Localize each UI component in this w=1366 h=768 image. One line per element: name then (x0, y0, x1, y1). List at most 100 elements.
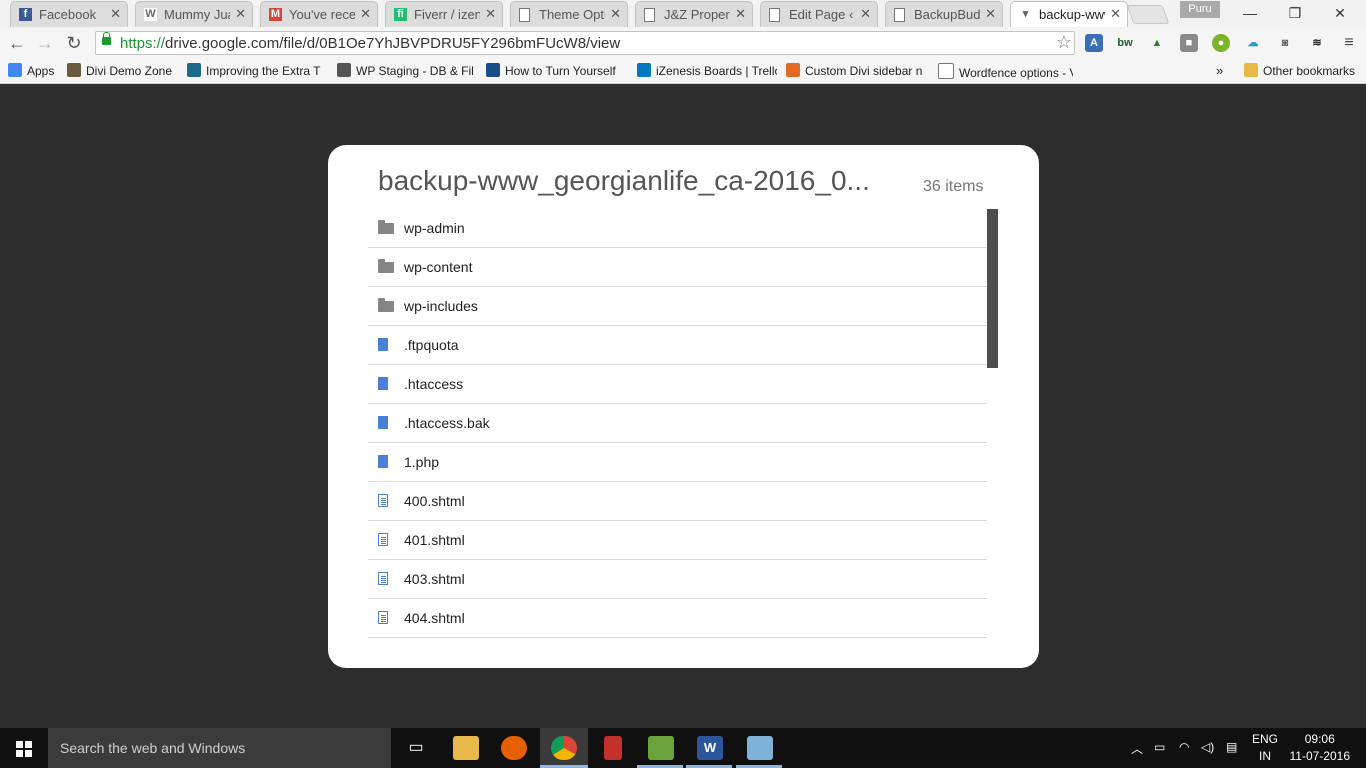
tab-close-icon[interactable]: ✕ (860, 6, 871, 22)
tab-title: Fiverr / izene (414, 7, 480, 22)
folder-icon (1244, 63, 1258, 77)
close-window-button[interactable]: ✕ (1320, 2, 1360, 24)
trello-icon (637, 63, 651, 77)
file-row[interactable]: 1.php (368, 443, 987, 482)
browser-tab[interactable]: Theme Optic ✕ (510, 1, 628, 27)
start-button[interactable] (0, 728, 48, 768)
bookmark-label: Improving the Extra T (206, 64, 321, 78)
profile-button[interactable]: Puru (1180, 1, 1220, 18)
folder-row[interactable]: wp-admin (368, 209, 987, 248)
bookmarks-overflow-button[interactable]: » (1216, 63, 1223, 78)
file-name: 1.php (404, 454, 440, 470)
file-row[interactable]: 404.shtml (368, 599, 987, 638)
apps-grid-icon (8, 63, 22, 77)
firefox-icon[interactable] (501, 736, 527, 760)
windows-logo-icon (16, 741, 32, 757)
tab-close-icon[interactable]: ✕ (110, 6, 121, 22)
extension-cloud-icon[interactable]: ☁ (1244, 34, 1262, 52)
file-list-scrollbar[interactable] (987, 209, 998, 368)
bookmark-item[interactable]: WP Staging - DB & Fil (337, 63, 477, 78)
chrome-menu-icon[interactable]: ≡ (1340, 34, 1358, 52)
taskbar-clock[interactable]: 09:06 11-07-2016 (1290, 731, 1351, 765)
bookmark-item[interactable]: Improving the Extra T (187, 63, 327, 78)
chrome-icon[interactable] (551, 736, 577, 760)
bookmark-item[interactable]: Custom Divi sidebar n (786, 63, 926, 78)
other-bookmarks[interactable]: Other bookmarks (1244, 63, 1355, 78)
file-icon (378, 416, 388, 429)
folder-title: backup-www_georgianlife_ca-2016_0... (378, 165, 870, 196)
show-hidden-icons[interactable]: ︿ (1131, 740, 1143, 757)
notepad-plus-icon[interactable] (648, 736, 674, 760)
divi-space-icon (786, 63, 800, 77)
battery-icon[interactable]: ▭ (1154, 740, 1165, 754)
address-bar[interactable]: https://drive.google.com/file/d/0B1Oe7Yh… (95, 31, 1075, 55)
document-icon (378, 572, 388, 585)
browser-tab[interactable]: f Facebook ✕ (10, 1, 128, 27)
tab-close-icon[interactable]: ✕ (235, 6, 246, 22)
browser-tab[interactable]: J&Z Property ✕ (635, 1, 753, 27)
bookmark-item[interactable]: iZenesis Boards | Trello (637, 63, 777, 78)
bookmark-item[interactable]: Apps (8, 63, 60, 78)
bookmark-label: Wordfence options - V (959, 66, 1073, 80)
bookmark-item[interactable]: How to Turn Yourself (486, 63, 626, 78)
minimize-button[interactable]: — (1230, 2, 1270, 24)
bookmarks-bar: Apps Divi Demo Zone Improving the Extra T W… (0, 58, 1366, 84)
new-tab-button[interactable] (1126, 5, 1170, 24)
tab-close-icon[interactable]: ✕ (360, 6, 371, 22)
extension-square-icon[interactable]: ■ (1180, 34, 1198, 52)
folder-row[interactable]: wp-content (368, 248, 987, 287)
folder-preview-card: backup-www_georgianlife_ca-2016_0... 36 … (328, 145, 1039, 668)
browser-tab[interactable]: W Mummy Juan ✕ (135, 1, 253, 27)
folder-row[interactable]: wp-includes (368, 287, 987, 326)
browser-tab[interactable]: fi Fiverr / izene ✕ (385, 1, 503, 27)
extension-translate-icon[interactable]: A (1085, 34, 1103, 52)
file-row[interactable]: 400.shtml (368, 482, 987, 521)
file-row[interactable]: .htaccess.bak (368, 404, 987, 443)
notes-app-icon[interactable] (747, 736, 773, 760)
action-center-icon[interactable]: ▤ (1226, 740, 1237, 754)
tab-close-icon[interactable]: ✕ (1110, 6, 1121, 22)
restore-button[interactable]: ❐ (1275, 2, 1315, 24)
file-list: wp-admin wp-content wp-includes .ftpquota .h… (368, 209, 987, 638)
wifi-icon[interactable]: ◠ (1179, 740, 1189, 754)
file-row[interactable]: 403.shtml (368, 560, 987, 599)
bookmark-star-icon[interactable]: ☆ (1056, 32, 1072, 53)
lang-bottom: IN (1259, 749, 1271, 763)
page-icon (769, 8, 780, 22)
bookmark-item[interactable]: Wordfence options - V (938, 63, 1073, 80)
file-explorer-icon[interactable] (453, 736, 479, 760)
browser-tab[interactable]: M You've receiv ✕ (260, 1, 378, 27)
taskbar-search-box[interactable]: Search the web and Windows (48, 728, 391, 768)
tab-close-icon[interactable]: ✕ (485, 6, 496, 22)
tab-close-icon[interactable]: ✕ (985, 6, 996, 22)
forward-button[interactable]: → (34, 32, 56, 54)
taskbar-search-placeholder: Search the web and Windows (60, 740, 246, 756)
extension-layers-icon[interactable]: ≋ (1308, 34, 1326, 52)
extension-camera-icon[interactable]: ◙ (1276, 34, 1294, 52)
task-view-icon[interactable]: ▭ (403, 736, 429, 760)
tab-close-icon[interactable]: ✕ (610, 6, 621, 22)
h-icon (486, 63, 500, 77)
extension-chart-icon[interactable]: ▲ (1148, 34, 1166, 52)
item-count: 36 items (923, 178, 984, 195)
word-icon[interactable]: W (697, 736, 723, 760)
reload-button[interactable]: ↻ (63, 32, 85, 54)
tab-title: Facebook (39, 7, 97, 22)
extension-green-icon[interactable]: ● (1212, 34, 1230, 52)
volume-icon[interactable]: ◁) (1201, 740, 1214, 754)
soda-can-app-icon[interactable] (604, 736, 622, 760)
bookmark-item[interactable]: Divi Demo Zone (67, 63, 177, 78)
back-button[interactable]: ← (6, 32, 28, 54)
browser-tab[interactable]: BackupBudd ✕ (885, 1, 1003, 27)
file-name: wp-includes (404, 298, 478, 314)
file-row[interactable]: 401.shtml (368, 521, 987, 560)
browser-tab[interactable]: ▾ backup-www ✕ (1010, 1, 1128, 27)
file-name: .ftpquota (404, 337, 459, 353)
tab-close-icon[interactable]: ✕ (735, 6, 746, 22)
file-row[interactable]: .ftpquota (368, 326, 987, 365)
file-row[interactable]: .htaccess (368, 365, 987, 404)
extension-bw-icon[interactable]: bw (1116, 34, 1134, 52)
page-icon (644, 8, 655, 22)
browser-tab[interactable]: Edit Page ‹ B ✕ (760, 1, 878, 27)
input-language[interactable]: ENG IN (1252, 731, 1278, 765)
